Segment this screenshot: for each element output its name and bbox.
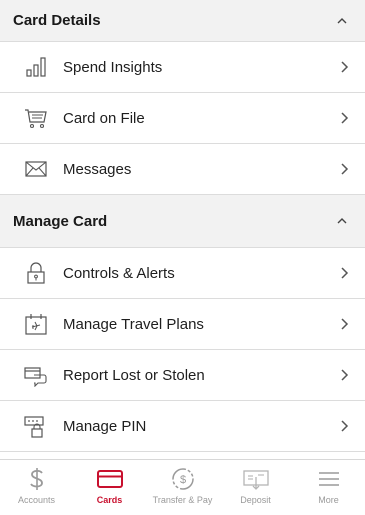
transfer-icon: $ <box>170 466 196 492</box>
chevron-right-icon <box>341 163 349 175</box>
lost-card-icon <box>23 363 49 387</box>
pin-lock-icon <box>23 414 49 438</box>
tab-label: Cards <box>96 495 123 505</box>
chevron-right-icon <box>341 318 349 330</box>
section-title: Manage Card <box>13 212 108 230</box>
bar-chart-icon <box>23 55 49 79</box>
card-details-header[interactable]: Card Details <box>0 0 365 42</box>
tab-deposit[interactable]: Deposit <box>219 460 292 515</box>
tab-accounts[interactable]: Accounts <box>0 460 73 515</box>
chevron-right-icon <box>341 369 349 381</box>
bottom-tab-bar: Accounts Cards $ Transfer & Pay Deposit … <box>0 459 365 515</box>
check-deposit-icon <box>242 466 270 492</box>
menu-icon <box>317 466 341 492</box>
chevron-right-icon <box>341 420 349 432</box>
envelope-icon <box>23 157 49 181</box>
manage-travel-plans-row[interactable]: Manage Travel Plans <box>0 299 365 350</box>
row-label: Manage PIN <box>63 417 147 435</box>
tab-label: Transfer & Pay <box>152 495 213 505</box>
report-lost-stolen-row[interactable]: Report Lost or Stolen <box>0 350 365 401</box>
tab-cards[interactable]: Cards <box>73 460 146 515</box>
row-label: Manage Travel Plans <box>63 315 204 333</box>
dollar-icon <box>26 466 48 492</box>
chevron-right-icon <box>341 267 349 279</box>
row-label: Messages <box>63 160 132 178</box>
calendar-plane-icon <box>23 312 49 336</box>
spend-insights-row[interactable]: Spend Insights <box>0 42 365 93</box>
manage-card-header[interactable]: Manage Card <box>0 195 365 248</box>
chevron-up-icon <box>337 218 347 224</box>
section-title: Card Details <box>13 12 101 29</box>
svg-text:$: $ <box>179 474 185 486</box>
row-label: Report Lost or Stolen <box>63 366 205 384</box>
card-icon <box>96 466 124 492</box>
tab-more[interactable]: More <box>292 460 365 515</box>
controls-alerts-row[interactable]: Controls & Alerts <box>0 248 365 299</box>
cart-icon <box>23 106 49 130</box>
chevron-right-icon <box>341 112 349 124</box>
manage-pin-row[interactable]: Manage PIN <box>0 401 365 452</box>
tab-transfer-pay[interactable]: $ Transfer & Pay <box>146 460 219 515</box>
card-screen: Card Details Spend Insights Card on File… <box>0 0 365 515</box>
card-on-file-row[interactable]: Card on File <box>0 93 365 144</box>
row-label: Spend Insights <box>63 58 163 76</box>
tab-label: Deposit <box>240 495 271 505</box>
row-label: Card on File <box>63 109 145 127</box>
chevron-up-icon <box>337 17 347 23</box>
tab-label: More <box>318 495 339 505</box>
chevron-right-icon <box>341 61 349 73</box>
row-label: Controls & Alerts <box>63 264 175 282</box>
tab-label: Accounts <box>17 495 56 505</box>
lock-icon <box>23 261 49 285</box>
messages-row[interactable]: Messages <box>0 144 365 195</box>
